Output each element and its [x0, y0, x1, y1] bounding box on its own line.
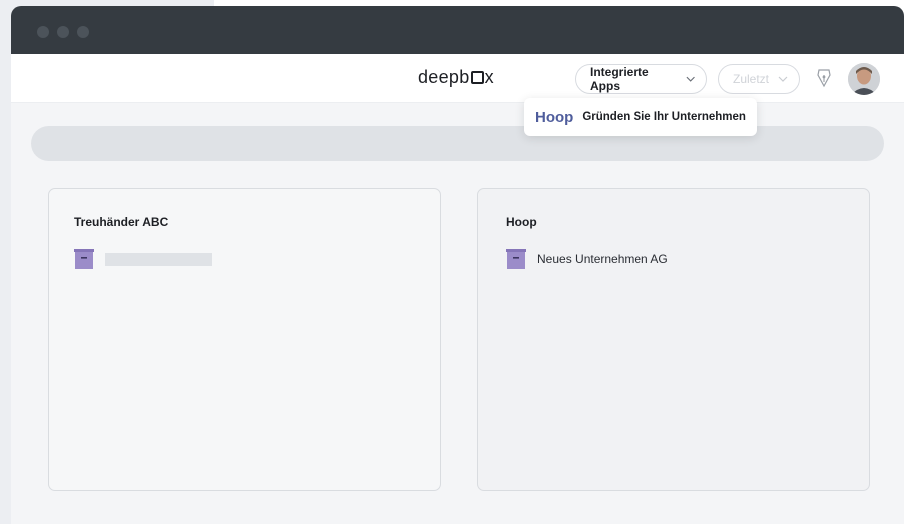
list-item[interactable]: Neues Unternehmen AG	[506, 249, 668, 269]
card-title: Treuhänder ABC	[74, 215, 169, 229]
minimize-window-dot[interactable]	[57, 26, 69, 38]
card-title: Hoop	[506, 215, 537, 229]
user-avatar[interactable]	[848, 63, 880, 95]
pen-nib-icon[interactable]	[816, 68, 832, 88]
company-name: Neues Unternehmen AG	[537, 252, 668, 266]
org-card-hoop[interactable]: Hoop Neues Unternehmen AG	[477, 188, 870, 491]
recent-label: Zuletzt	[733, 72, 770, 86]
top-navigation: deepb x Integrierte Apps Zuletzt	[11, 54, 904, 103]
chevron-down-icon	[778, 76, 788, 82]
chevron-down-icon	[686, 76, 695, 82]
maximize-window-dot[interactable]	[77, 26, 89, 38]
logo-box-glyph	[470, 71, 484, 84]
deepbox-logo[interactable]: deepb x	[418, 67, 494, 88]
window-controls	[37, 26, 89, 38]
integrated-apps-label: Integrierte Apps	[590, 65, 649, 93]
integrated-apps-button[interactable]: Integrierte Apps	[575, 64, 707, 94]
loading-placeholder	[105, 252, 212, 266]
window-titlebar	[11, 6, 904, 54]
close-window-dot[interactable]	[37, 26, 49, 38]
app-popover[interactable]: Hoop Gründen Sie Ihr Unternehmen	[524, 98, 757, 136]
org-card-treuhaender[interactable]: Treuhänder ABC	[48, 188, 441, 491]
recent-button[interactable]: Zuletzt	[718, 64, 800, 94]
popover-text: Gründen Sie Ihr Unternehmen	[582, 111, 746, 123]
avatar-image	[848, 63, 880, 95]
browser-window: deepb x Integrierte Apps Zuletzt Treuhän…	[11, 6, 904, 524]
archive-box-icon	[74, 249, 94, 269]
archive-box-icon	[506, 249, 526, 269]
hoop-brand: Hoop	[535, 108, 574, 126]
list-item[interactable]	[74, 249, 212, 269]
